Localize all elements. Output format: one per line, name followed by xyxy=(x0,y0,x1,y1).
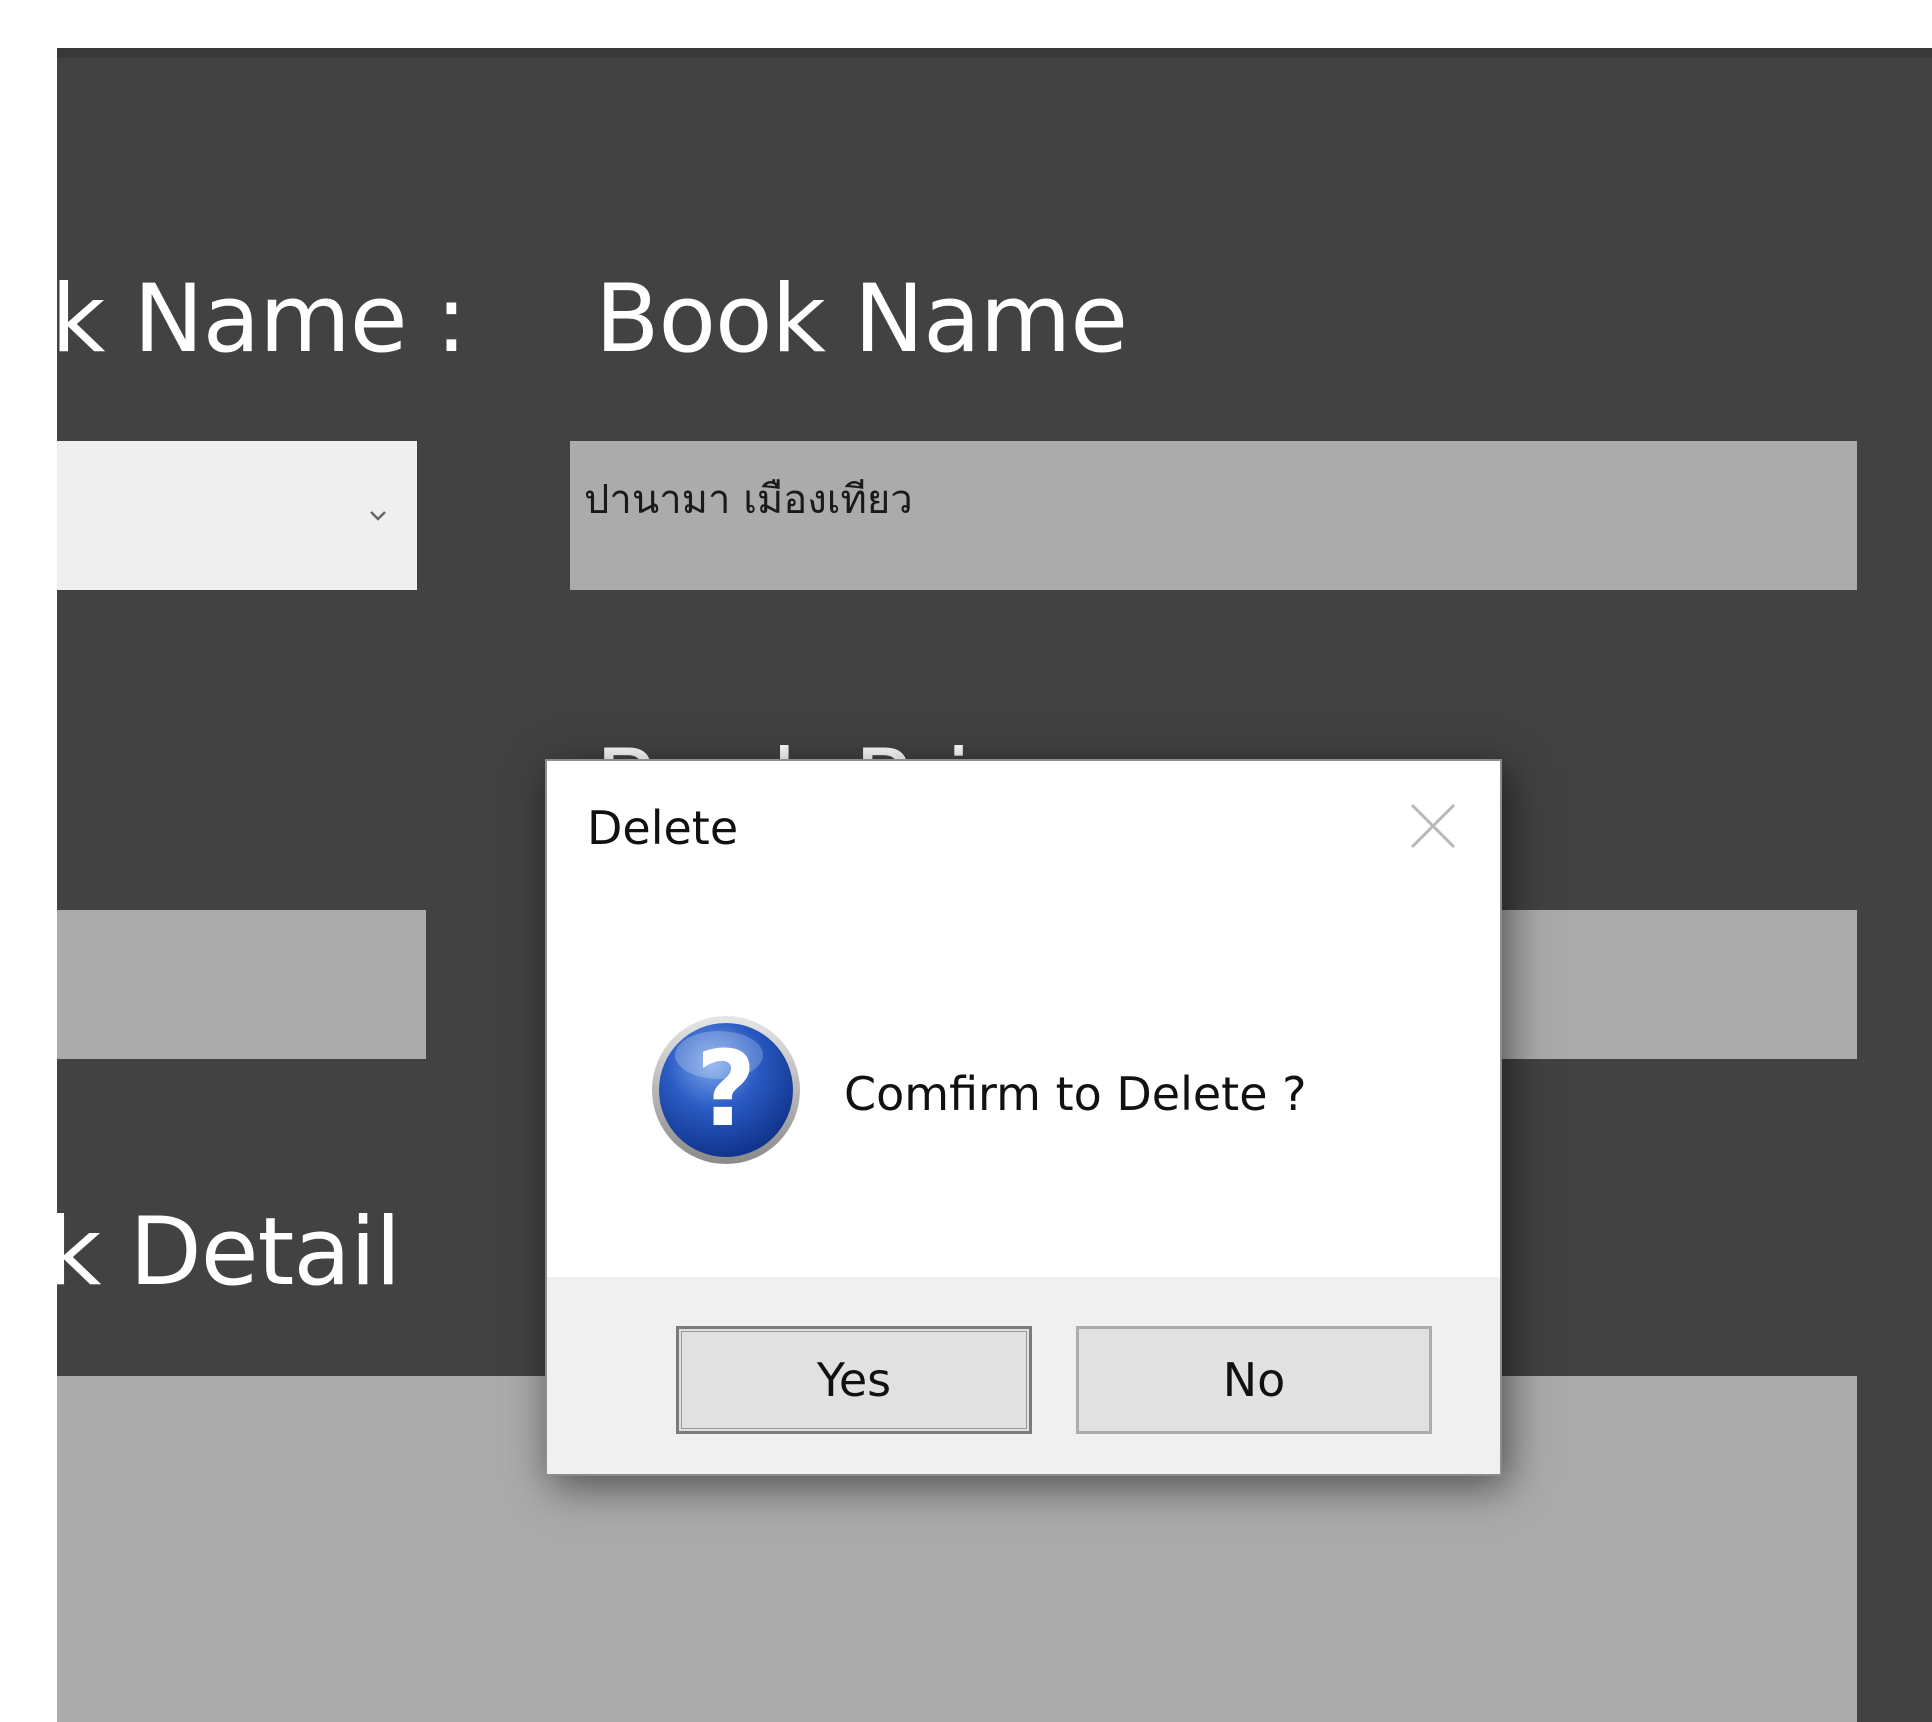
book-price-input[interactable] xyxy=(1501,910,1857,1059)
book-name-label: Book Name xyxy=(595,265,1128,374)
book-name-input[interactable]: ปานามา เมืองเทียว xyxy=(570,441,1857,590)
close-icon[interactable] xyxy=(1404,797,1462,855)
left-field-row2[interactable] xyxy=(57,910,426,1059)
delete-confirm-dialog: Delete ? Comfirm to Delete ? Yes No xyxy=(545,759,1502,1476)
book-name-label-left: k Name : xyxy=(57,265,467,374)
window-top-strip xyxy=(57,48,1932,58)
no-button[interactable]: No xyxy=(1076,1326,1432,1434)
dialog-title: Delete xyxy=(587,801,739,855)
question-icon: ? xyxy=(652,1016,800,1164)
book-name-value: ปานามา เมืองเทียว xyxy=(584,477,913,523)
svg-text:?: ? xyxy=(696,1028,756,1150)
dialog-message: Comfirm to Delete ? xyxy=(844,1067,1307,1121)
book-type-combobox[interactable] xyxy=(57,441,417,590)
book-detail-label-left: k Detail xyxy=(57,1198,401,1307)
chevron-down-icon xyxy=(370,510,386,521)
dialog-footer: Yes No xyxy=(547,1277,1500,1474)
yes-button[interactable]: Yes xyxy=(676,1326,1032,1434)
